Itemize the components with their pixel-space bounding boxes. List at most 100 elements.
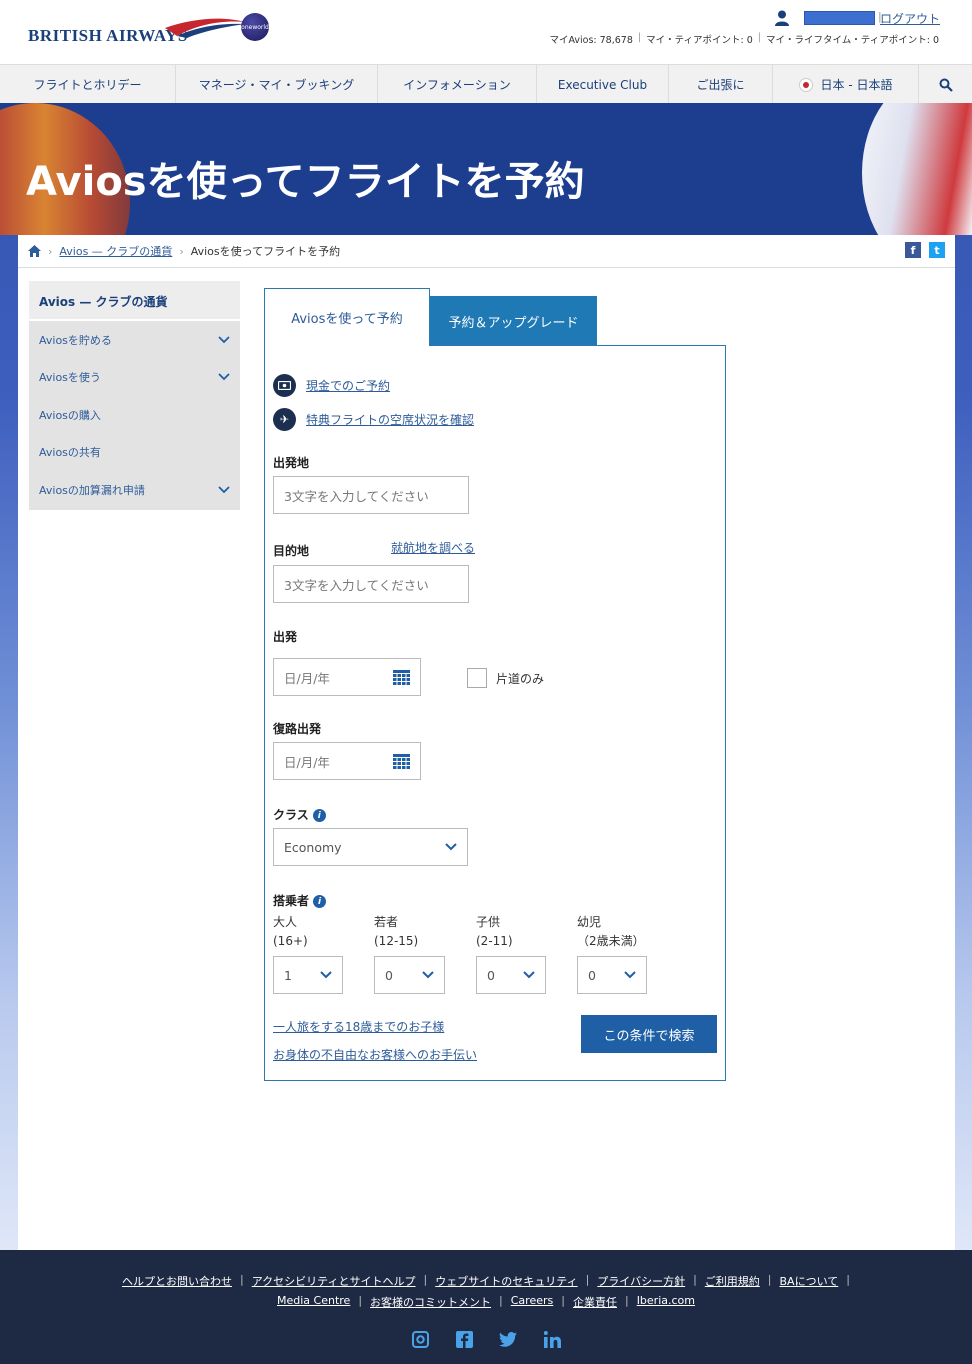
return-date-input[interactable]: 日/月/年 [273,742,421,780]
separator: | [693,1273,697,1286]
footer-link-terms[interactable]: ご利用規約 [705,1273,760,1289]
tab-book-and-upgrade[interactable]: 予約＆アップグレード [430,296,597,346]
one-way-label: 片道のみ [496,672,545,686]
infants-select[interactable]: 0 [577,956,647,994]
separator: | [846,1273,850,1286]
search-button[interactable] [919,65,972,104]
unaccompanied-minors-link[interactable]: 一人旅をする18歳までのお子様 [273,1018,444,1035]
breadcrumb: › Avios — クラブの通貨 › Aviosを使ってフライトを予約 f t [18,235,955,268]
footer-link-iberia[interactable]: Iberia.com [637,1294,695,1310]
chevron-down-icon [445,843,457,851]
youth-select[interactable]: 0 [374,956,445,994]
cabin-class-select[interactable]: Economy [273,828,468,866]
depart-date-input[interactable]: 日/月/年 [273,658,421,696]
social-links [0,1330,972,1348]
separator: | [624,1294,629,1307]
separator: | [423,1273,428,1286]
footer-link-about[interactable]: BAについて [780,1273,839,1289]
sidebar-title[interactable]: Avios — クラブの通貨 [29,281,240,321]
nav-executive-club[interactable]: Executive Club [537,65,669,104]
return-label: 復路出発 [273,722,322,736]
facebook-icon[interactable] [455,1330,473,1348]
twitter-icon[interactable] [499,1330,517,1348]
home-icon[interactable] [28,245,41,257]
nav-language[interactable]: 日本 - 日本語 [773,65,919,104]
youth-label: 若者 (12-15) [374,913,418,951]
nav-business[interactable]: ご出張に [669,65,773,104]
twitter-icon[interactable]: t [929,242,945,258]
depart-label: 出発 [273,630,298,644]
search-flights-button[interactable]: この条件で検索 [581,1015,717,1053]
sidebar-item-spend[interactable]: Aviosを使う [29,359,240,397]
nav-manage-booking[interactable]: マネージ・マイ・ブッキング [176,65,378,104]
footer-link-responsibility[interactable]: 企業責任 [573,1294,617,1310]
adults-select[interactable]: 1 [273,956,343,994]
adults-value: 1 [284,967,292,983]
footer-link-security[interactable]: ウェブサイトのセキュリティ [435,1273,577,1289]
search-icon [939,78,953,92]
reward-availability-link[interactable]: 特典フライトの空席状況を確認 [306,411,474,428]
nav-information[interactable]: インフォメーション [378,65,537,104]
children-label: 子供 (2-11) [476,913,513,951]
footer-link-help[interactable]: ヘルプとお問い合わせ [122,1273,232,1289]
british-airways-logo[interactable]: BRITISH AIRWAYS [28,14,245,54]
oneworld-logo[interactable]: oneworld [241,13,269,41]
info-icon[interactable]: i [312,809,326,822]
children-age-range: (2-11) [476,934,513,948]
booking-form: 現金でのご予約 ✈ 特典フライトの空席状況を確認 出発地 3文字を入力してくださ… [264,345,726,1081]
class-label-text: クラス [273,808,309,822]
breadcrumb-current: Aviosを使ってフライトを予約 [190,245,341,258]
depart-date-placeholder: 日/月/年 [284,670,330,686]
children-value: 0 [487,967,495,983]
special-assistance-link[interactable]: お身体の不自由なお客様へのお手伝い [273,1046,477,1063]
breadcrumb-chevron-icon: › [179,244,184,258]
to-input[interactable]: 3文字を入力してください [273,565,469,603]
facebook-icon[interactable]: f [905,242,921,258]
chevron-down-icon [218,373,230,381]
separator: | [240,1273,244,1286]
adults-label: 大人 (16+) [273,913,308,951]
tab-book-with-avios[interactable]: Aviosを使って予約 [264,288,430,346]
cash-booking-row: 現金でのご予約 [273,374,390,397]
top-header: BRITISH AIRWAYS oneworld | ログアウト マイAvios… [0,0,972,64]
logout-link[interactable]: ログアウト [880,10,940,27]
one-way-checkbox[interactable] [467,668,487,688]
tier-points: マイ・ティアポイント: 0 [646,35,753,46]
sidebar-item-label: Aviosを貯める [39,333,112,347]
instagram-icon[interactable] [411,1330,429,1348]
breadcrumb-link-avios[interactable]: Avios — クラブの通貨 [59,243,172,259]
children-select[interactable]: 0 [476,956,546,994]
availability-row: ✈ 特典フライトの空席状況を確認 [273,408,474,431]
nav-flights-holidays[interactable]: フライトとホリデー [0,65,176,104]
infants-label: 幼児 （2歳未満） [577,913,645,951]
youth-age-range: (12-15) [374,934,419,948]
linkedin-icon[interactable] [543,1330,561,1348]
cash-booking-link[interactable]: 現金でのご予約 [306,377,390,394]
hero-banner: Aviosを使ってフライトを予約 [0,103,972,235]
sidebar-item-share[interactable]: Aviosの共有 [29,434,240,472]
balloon-image-right [862,103,972,235]
calendar-icon[interactable] [393,754,410,770]
infants-value: 0 [588,967,596,983]
user-icon[interactable] [775,10,789,26]
footer-link-privacy[interactable]: プライバシー方針 [597,1273,685,1289]
footer-link-careers[interactable]: Careers [511,1294,554,1310]
footer-link-accessibility[interactable]: アクセシビリティとサイトヘルプ [252,1273,416,1289]
user-name-redacted [804,11,875,25]
to-label: 目的地 [273,544,310,558]
sidebar-item-claim[interactable]: Aviosの加算漏れ申請 [29,471,240,509]
calendar-icon[interactable] [393,670,410,686]
info-icon[interactable]: i [313,895,327,908]
ticket-icon [273,374,296,397]
sidebar-item-buy[interactable]: Aviosの購入 [29,396,240,434]
from-input[interactable]: 3文字を入力してください [273,476,469,514]
footer-link-commitment[interactable]: お客様のコミットメント [370,1294,491,1310]
children-title: 子供 [476,915,501,929]
footer-link-media[interactable]: Media Centre [277,1294,350,1310]
passengers-label-text: 搭乗者 [273,894,310,908]
return-date-placeholder: 日/月/年 [284,754,330,770]
find-routes-link[interactable]: 就航地を調べる [391,539,475,556]
youth-title: 若者 [374,915,399,929]
sidebar-item-earn[interactable]: Aviosを貯める [29,321,240,359]
separator: | [585,1273,590,1286]
